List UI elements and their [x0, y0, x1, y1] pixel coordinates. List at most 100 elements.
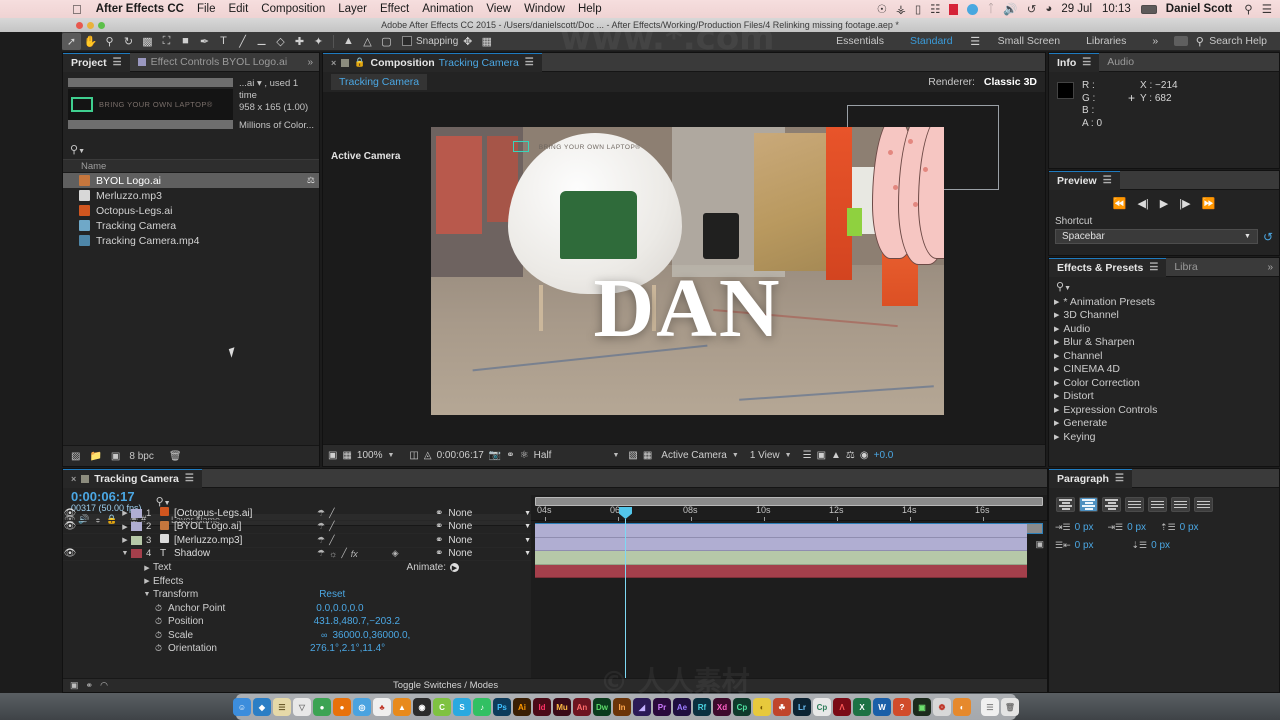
tab-audio[interactable]: Audio: [1099, 53, 1142, 72]
space-before-field[interactable]: ⇡☰ 0 px: [1160, 522, 1199, 533]
parent-pickwhip-icon[interactable]: ⚭: [435, 535, 443, 546]
chevron-right-icon[interactable]: ▶: [141, 564, 153, 572]
delete-icon[interactable]: 🗑: [169, 451, 182, 462]
menu-item-window[interactable]: Window: [524, 3, 565, 15]
timeline-track-area[interactable]: 04s 06s 08s 10s 12s 14s 16s ▣: [531, 495, 1047, 678]
chevron-down-icon[interactable]: ▼: [524, 537, 531, 544]
chevron-right-icon[interactable]: ▶: [1054, 325, 1059, 333]
unified-camera-icon[interactable]: ▲: [339, 33, 358, 50]
camera-tool[interactable]: ▩: [138, 33, 157, 50]
quality-icon[interactable]: ╱: [329, 535, 334, 546]
exposure-value[interactable]: +0.0: [874, 450, 894, 461]
menu-item-help[interactable]: Help: [578, 3, 602, 15]
quality-icon[interactable]: ╱: [341, 548, 346, 559]
transform-reset-link[interactable]: Reset: [319, 589, 345, 600]
table-row[interactable]: 👁 ▶ 1 [Octopus-Legs.ai] ☂ ╱ ⚭ None ▼: [63, 507, 531, 521]
workspace-standard[interactable]: Standard: [910, 35, 953, 47]
chevron-right-icon[interactable]: ▶: [1054, 406, 1059, 414]
dock-item-capture[interactable]: Cp: [733, 698, 751, 716]
dock-item-capture2[interactable]: Cp: [813, 698, 831, 716]
timeline-timecode[interactable]: 0:00:06:17: [71, 490, 142, 503]
layer-switches[interactable]: ☂ ╱: [317, 521, 435, 532]
chevron-right-icon[interactable]: ▶: [1054, 352, 1059, 360]
region-of-interest-icon[interactable]: ◫: [409, 450, 418, 461]
effects-category-expression-controls[interactable]: ▶ Expression Controls: [1049, 403, 1279, 417]
layer-bar-merluzzo[interactable]: [535, 551, 1027, 565]
layer-expand-arrow[interactable]: ▶: [119, 509, 131, 517]
chevron-down-icon[interactable]: ▼: [524, 550, 531, 557]
sync-icon[interactable]: [967, 3, 979, 15]
dock-item-color-app[interactable]: ◐: [753, 698, 771, 716]
pixel-aspect-icon[interactable]: ▣: [817, 450, 826, 461]
bluetooth-icon[interactable]: ᛏ: [987, 3, 994, 15]
project-item-list[interactable]: BYOL Logo.ai ⚖ Merluzzo.mp3 Octopus-Legs…: [63, 173, 319, 444]
bit-depth-label[interactable]: 8 bpc: [129, 451, 153, 462]
effects-category-animation-presets[interactable]: ▶ * Animation Presets: [1049, 295, 1279, 309]
previous-frame-icon[interactable]: ◀|: [1137, 197, 1148, 210]
always-preview-icon[interactable]: ▣: [328, 450, 337, 461]
dock-item-preview-app[interactable]: ◐: [953, 698, 971, 716]
fast-preview-icon[interactable]: ▲: [831, 450, 841, 461]
shy-icon[interactable]: ☂: [317, 535, 325, 546]
shy-icon[interactable]: ☂: [317, 521, 325, 532]
first-frame-icon[interactable]: ⏪: [1113, 197, 1127, 210]
dock-item-aftereffects[interactable]: Ae: [673, 698, 691, 716]
resolution-value[interactable]: Half: [534, 450, 552, 461]
tab-composition[interactable]: × 🔒 Composition Tracking Camera ☰: [323, 52, 542, 72]
3d-layer-icon[interactable]: ◈: [392, 548, 399, 559]
stopwatch-icon[interactable]: ⏱: [155, 643, 162, 654]
zoom-level[interactable]: 100%: [357, 450, 383, 461]
chevron-right-icon[interactable]: ▶: [141, 577, 153, 585]
dock-item-lightroom[interactable]: Lr: [793, 698, 811, 716]
composition-canvas[interactable]: BRING YOUR OWN LAPTOP® DAN: [431, 127, 944, 415]
workspace-small-screen[interactable]: Small Screen: [998, 35, 1060, 47]
shape-tool[interactable]: ■: [176, 33, 195, 50]
effects-category-generate[interactable]: ▶ Generate: [1049, 417, 1279, 431]
chevron-down-icon[interactable]: ▼: [1244, 233, 1251, 240]
layer-label-color[interactable]: [131, 535, 142, 545]
views-value[interactable]: 1 View: [750, 450, 780, 461]
layer-expand-arrow[interactable]: ▶: [119, 536, 131, 544]
dock-item-parallels[interactable]: ?: [893, 698, 911, 716]
reset-icon[interactable]: ↺: [1263, 230, 1273, 244]
search-help-label[interactable]: Search Help: [1209, 35, 1267, 47]
shy-icon[interactable]: ☂: [317, 508, 325, 519]
dock-item-word[interactable]: W: [873, 698, 891, 716]
parent-pickwhip-icon[interactable]: ⚭: [435, 548, 443, 559]
menu-app-name[interactable]: After Effects CC: [96, 3, 184, 15]
exposure-icon[interactable]: ◉: [860, 450, 869, 461]
wifi-icon[interactable]: ◕: [1045, 3, 1052, 15]
project-item-octopus-legs[interactable]: Octopus-Legs.ai: [63, 203, 319, 218]
transparency-grid-icon[interactable]: ▦: [643, 450, 652, 461]
volume-icon[interactable]: 🔊: [1003, 2, 1017, 16]
search-icon[interactable]: ⚲: [1244, 2, 1252, 16]
stopwatch-icon[interactable]: ⏱: [155, 603, 162, 614]
layer-switches[interactable]: ☂ ╱: [317, 508, 435, 519]
eraser-tool[interactable]: ◇: [271, 33, 290, 50]
menu-date[interactable]: 29 Jul: [1061, 3, 1092, 15]
fx-icon[interactable]: fx: [351, 549, 358, 559]
region-interest-icon[interactable]: ▧: [628, 450, 637, 461]
dock-item-notes[interactable]: ☰: [273, 698, 291, 716]
frame-render-icon[interactable]: ⚭: [86, 680, 94, 691]
toggle-switches-modes-label[interactable]: Toggle Switches / Modes: [393, 680, 498, 691]
dock-item-colorsync[interactable]: ❁: [933, 698, 951, 716]
layer-label-color[interactable]: [131, 549, 142, 559]
effects-category-keying[interactable]: ▶ Keying: [1049, 430, 1279, 444]
chevron-right-icon[interactable]: ▶: [1054, 392, 1059, 400]
play-icon[interactable]: ▶: [1160, 197, 1168, 210]
layer-parent[interactable]: ⚭ None ▼: [435, 521, 531, 532]
clone-stamp-tool[interactable]: ⚊: [252, 33, 271, 50]
layer-switches[interactable]: ☂ ☼ ╱ fx ◈: [317, 548, 435, 559]
new-folder-icon[interactable]: 📁: [89, 451, 101, 462]
layer-collapse-arrow[interactable]: ▼: [119, 550, 131, 557]
mac-dock[interactable]: ☺ ◆ ☰ ▽ ● ● ◎ ♣ ▲ ◉ C S ♪ Ps Ai Id Mu An…: [233, 694, 1019, 720]
notification-icon[interactable]: ☰: [1262, 2, 1272, 16]
property-anchor-point[interactable]: ⏱ Anchor Point 0.0,0.0,0.0: [63, 602, 531, 616]
property-transform[interactable]: ▼ Transform Reset: [63, 588, 531, 602]
effects-search-field[interactable]: ⚲▼: [1049, 277, 1279, 295]
dock-item-dropbox[interactable]: ◆: [253, 698, 271, 716]
layer-visibility-toggle[interactable]: 👁: [63, 548, 77, 559]
project-item-tracking-camera-mp4[interactable]: Tracking Camera.mp4: [63, 233, 319, 248]
layer-parent[interactable]: ⚭ None ▼: [435, 548, 531, 559]
